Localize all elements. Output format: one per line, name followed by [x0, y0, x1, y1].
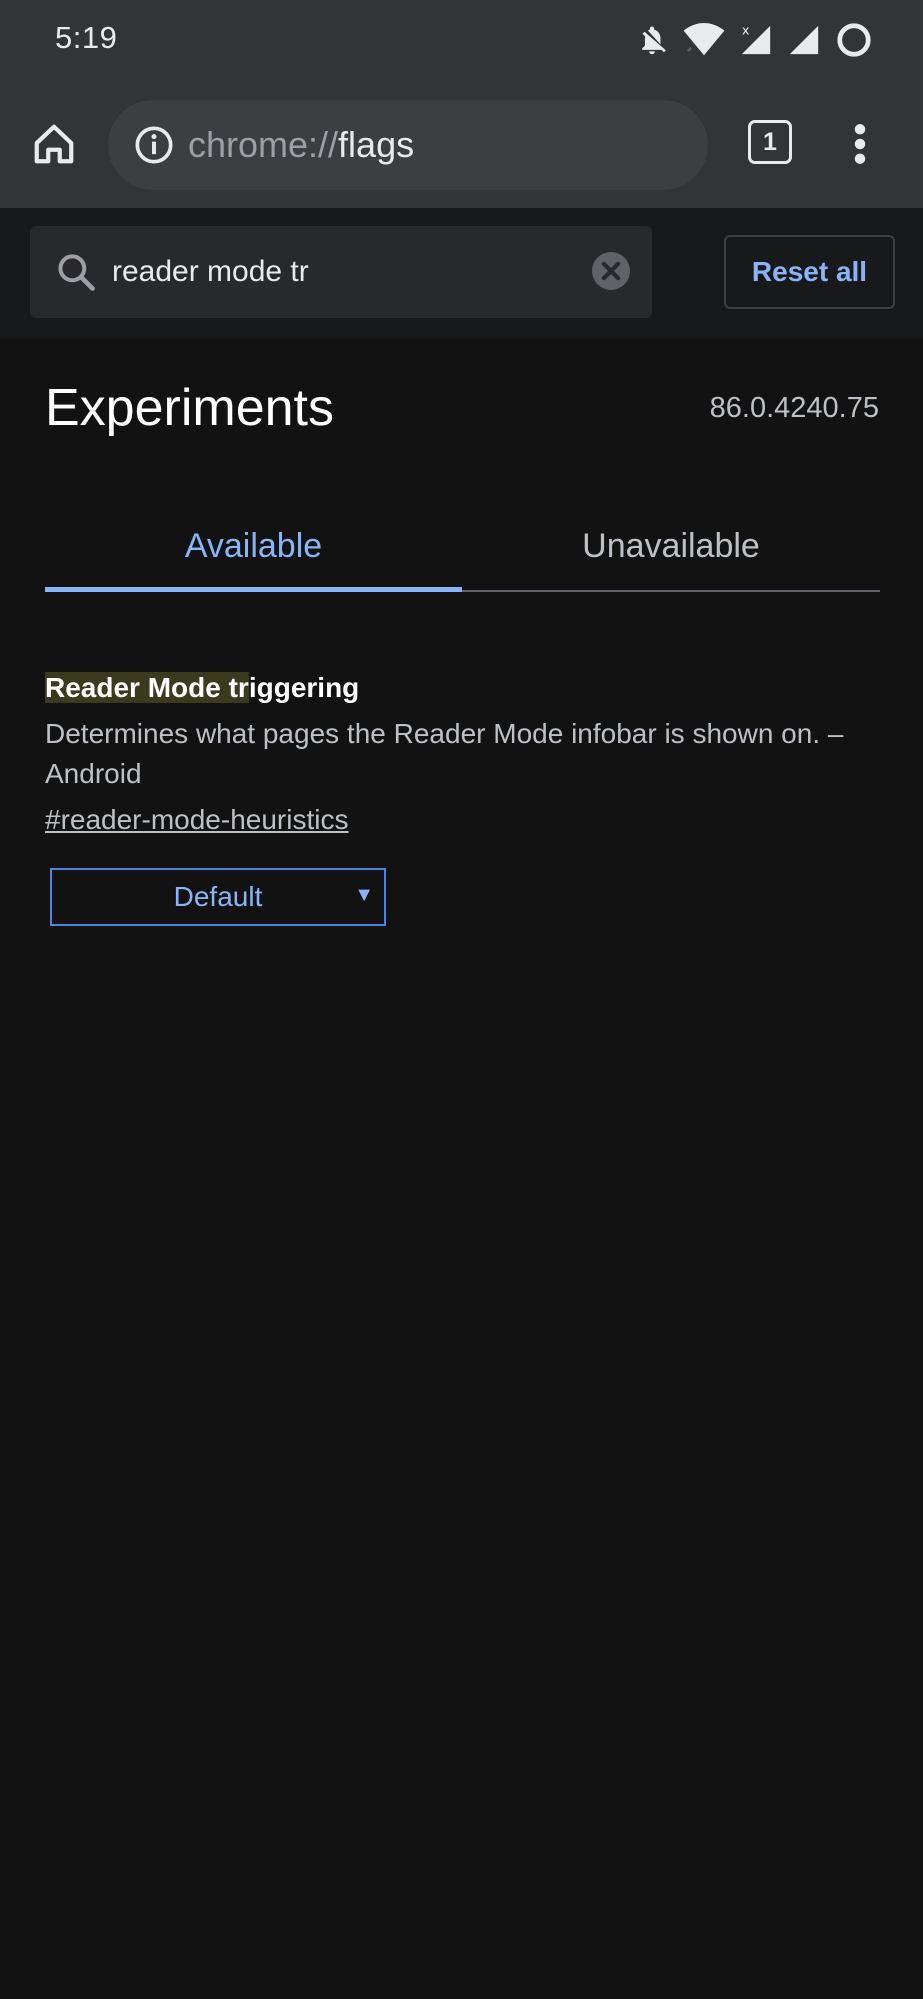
- menu-button[interactable]: [840, 114, 880, 174]
- reset-all-button[interactable]: Reset all: [724, 235, 895, 309]
- page-title: Experiments: [45, 379, 334, 437]
- url-text[interactable]: chrome://flags: [188, 123, 414, 167]
- search-header: Reset all: [0, 208, 923, 338]
- wifi-icon: [683, 23, 725, 57]
- experiment-select-value: Default: [173, 881, 263, 912]
- search-box[interactable]: [30, 226, 652, 318]
- omnibox[interactable]: chrome://flags: [108, 100, 708, 190]
- url-host: flags: [338, 124, 415, 165]
- search-icon: [58, 254, 95, 291]
- experiment-description: Determines what pages the Reader Mode in…: [45, 718, 844, 789]
- url-scheme: chrome://: [188, 124, 339, 165]
- experiment-item: Reader Mode triggering Determines what p…: [45, 668, 885, 926]
- status-bar: 5:19 x: [0, 0, 923, 80]
- tab-count: 1: [763, 127, 777, 156]
- tab-unavailable[interactable]: Unavailable: [462, 500, 880, 592]
- tab-indicator: [45, 587, 462, 592]
- battery-icon: [835, 21, 873, 59]
- browser-toolbar: chrome://flags 1: [0, 80, 923, 208]
- experiment-title: Reader Mode triggering: [45, 668, 885, 708]
- search-input[interactable]: [112, 226, 592, 318]
- status-time: 5:19: [55, 20, 118, 55]
- search-highlight: Reader Mode tr: [45, 672, 249, 703]
- svg-text:x: x: [742, 23, 750, 38]
- home-icon: [34, 124, 74, 164]
- experiment-permalink[interactable]: #reader-mode-heuristics: [45, 800, 348, 840]
- experiment-select[interactable]: Default ▼: [50, 868, 386, 926]
- experiment-title-rest: iggering: [248, 672, 360, 703]
- signal-icon: x: [739, 23, 773, 57]
- status-icons: x: [635, 18, 873, 62]
- tab-available[interactable]: Available: [45, 500, 462, 592]
- tabs: Available Unavailable: [45, 500, 880, 592]
- notifications-off-icon: [635, 23, 669, 57]
- more-vert-icon: [854, 124, 866, 164]
- tab-switcher-button[interactable]: 1: [748, 120, 792, 164]
- signal-icon: [787, 23, 821, 57]
- dropdown-arrow-icon: ▼: [354, 884, 374, 906]
- version-label: 86.0.4240.75: [709, 392, 879, 424]
- home-button[interactable]: [24, 114, 84, 174]
- info-icon[interactable]: [134, 125, 174, 165]
- clear-search-icon[interactable]: [592, 252, 630, 290]
